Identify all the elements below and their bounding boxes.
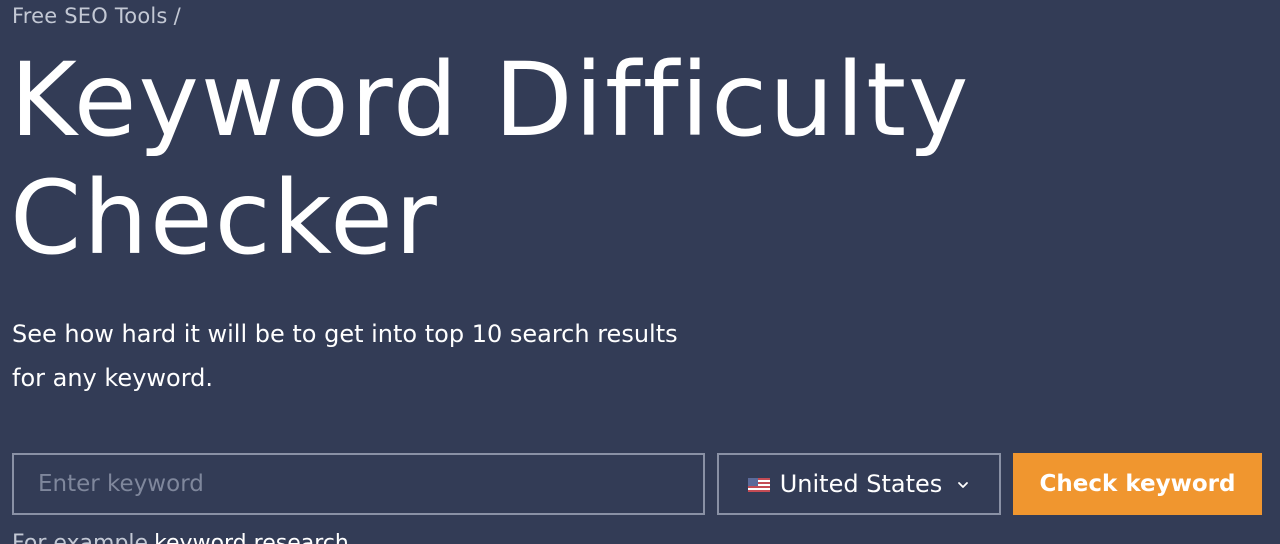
breadcrumb: Free SEO Tools / [12,4,181,28]
keyword-input[interactable] [12,453,705,515]
chevron-down-icon [956,477,970,491]
check-keyword-button[interactable]: Check keyword [1013,453,1262,515]
page: Free SEO Tools / Keyword Difficulty Check… [0,0,1280,544]
breadcrumb-separator: / [173,4,181,28]
us-flag-icon [747,477,770,492]
example-keyword-link[interactable]: keyword research [154,531,349,544]
country-select-label: United States [779,470,943,498]
page-title-line-1: Keyword Difficulty [10,41,971,160]
example-prefix: For example [12,531,149,544]
subtitle-line-1: See how hard it will be to get into top … [12,320,678,348]
page-title: Keyword Difficulty Checker [10,42,971,278]
breadcrumb-link-free-seo-tools[interactable]: Free SEO Tools [12,4,168,28]
page-title-line-2: Checker [10,159,439,278]
subtitle-line-2: for any keyword. [12,364,214,392]
example-hint: For example keyword research [12,531,349,544]
page-subtitle: See how hard it will be to get into top … [12,312,732,400]
country-select[interactable]: United States [717,453,1001,515]
